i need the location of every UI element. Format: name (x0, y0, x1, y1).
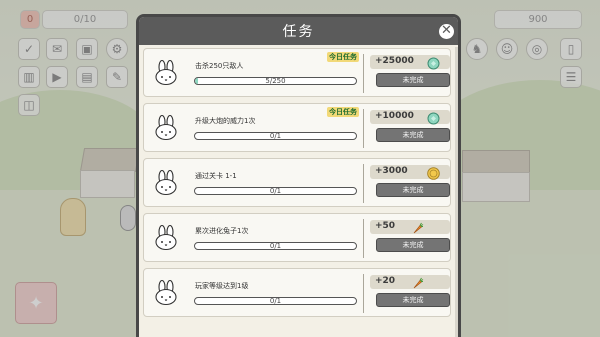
rabbit-avatar-icon (153, 169, 179, 196)
carrot-icon (411, 220, 424, 234)
task-status-button[interactable]: 未完成 (376, 293, 450, 307)
reward-amount: +3000 (375, 166, 408, 176)
task-card: 击杀250只敌人 今日任务 5/250 +25000 未完成 (143, 48, 451, 97)
reward-amount: +50 (375, 221, 396, 231)
task-progress-text: 0/1 (269, 297, 282, 305)
daily-task-badge: 今日任务 (327, 52, 359, 62)
task-title: 通过关卡 1-1 (195, 172, 237, 180)
task-status-button[interactable]: 未完成 (376, 73, 450, 87)
task-progress-text: 5/250 (265, 77, 286, 85)
modal-header: 任务 (139, 17, 458, 45)
modal-title: 任务 (282, 24, 315, 40)
task-reward: +20 (370, 275, 450, 289)
task-progress-bar: 5/250 (194, 77, 357, 85)
task-title: 累次进化兔子1次 (195, 227, 249, 235)
task-divider (363, 274, 364, 313)
task-progress-text: 0/1 (269, 187, 282, 195)
task-progress-text: 0/1 (269, 132, 282, 140)
carrot-icon (411, 275, 424, 289)
task-divider (363, 109, 364, 148)
modal-scrollbar[interactable] (455, 47, 458, 337)
task-title: 击杀250只敌人 (195, 62, 244, 70)
task-status-button[interactable]: 未完成 (376, 128, 450, 142)
task-reward: +10000 (370, 110, 450, 125)
rabbit-avatar-icon (153, 59, 179, 86)
green-gem-icon (427, 110, 440, 125)
task-divider (363, 219, 364, 258)
task-progress-bar: 0/1 (194, 242, 357, 250)
task-status-button[interactable]: 未完成 (376, 183, 450, 197)
task-progress-text: 0/1 (269, 242, 282, 250)
task-reward: +50 (370, 220, 450, 234)
reward-amount: +10000 (375, 111, 414, 121)
rabbit-avatar-icon (153, 224, 179, 251)
task-progress-bar: 0/1 (194, 132, 357, 140)
reward-amount: +20 (375, 276, 396, 286)
task-title: 玩家等级达到1级 (195, 282, 249, 290)
task-card: 通过关卡 1-1 0/1 +3000 未完成 (143, 158, 451, 207)
task-card: 玩家等级达到1级 0/1 +20 未完成 (143, 268, 451, 317)
green-gem-icon (427, 55, 440, 70)
task-progress-bar: 0/1 (194, 187, 357, 195)
task-divider (363, 54, 364, 93)
task-card: 升级大炮的威力1次 今日任务 0/1 +10000 未完成 (143, 103, 451, 152)
task-reward: +3000 (370, 165, 450, 180)
task-modal: 任务 ✕ 击杀250只敌人 今日任务 5/250 +25000 未完成 升级大炮… (136, 14, 461, 337)
task-reward: +25000 (370, 55, 450, 70)
rabbit-avatar-icon (153, 279, 179, 306)
task-progress-bar: 0/1 (194, 297, 357, 305)
close-icon: ✕ (441, 23, 452, 38)
daily-task-badge: 今日任务 (327, 107, 359, 117)
task-status-button[interactable]: 未完成 (376, 238, 450, 252)
close-button[interactable]: ✕ (437, 22, 456, 41)
gold-coin-icon (427, 165, 440, 180)
reward-amount: +25000 (375, 56, 414, 66)
task-title: 升级大炮的威力1次 (195, 117, 256, 125)
task-divider (363, 164, 364, 203)
rabbit-avatar-icon (153, 114, 179, 141)
task-card: 累次进化兔子1次 0/1 +50 未完成 (143, 213, 451, 262)
